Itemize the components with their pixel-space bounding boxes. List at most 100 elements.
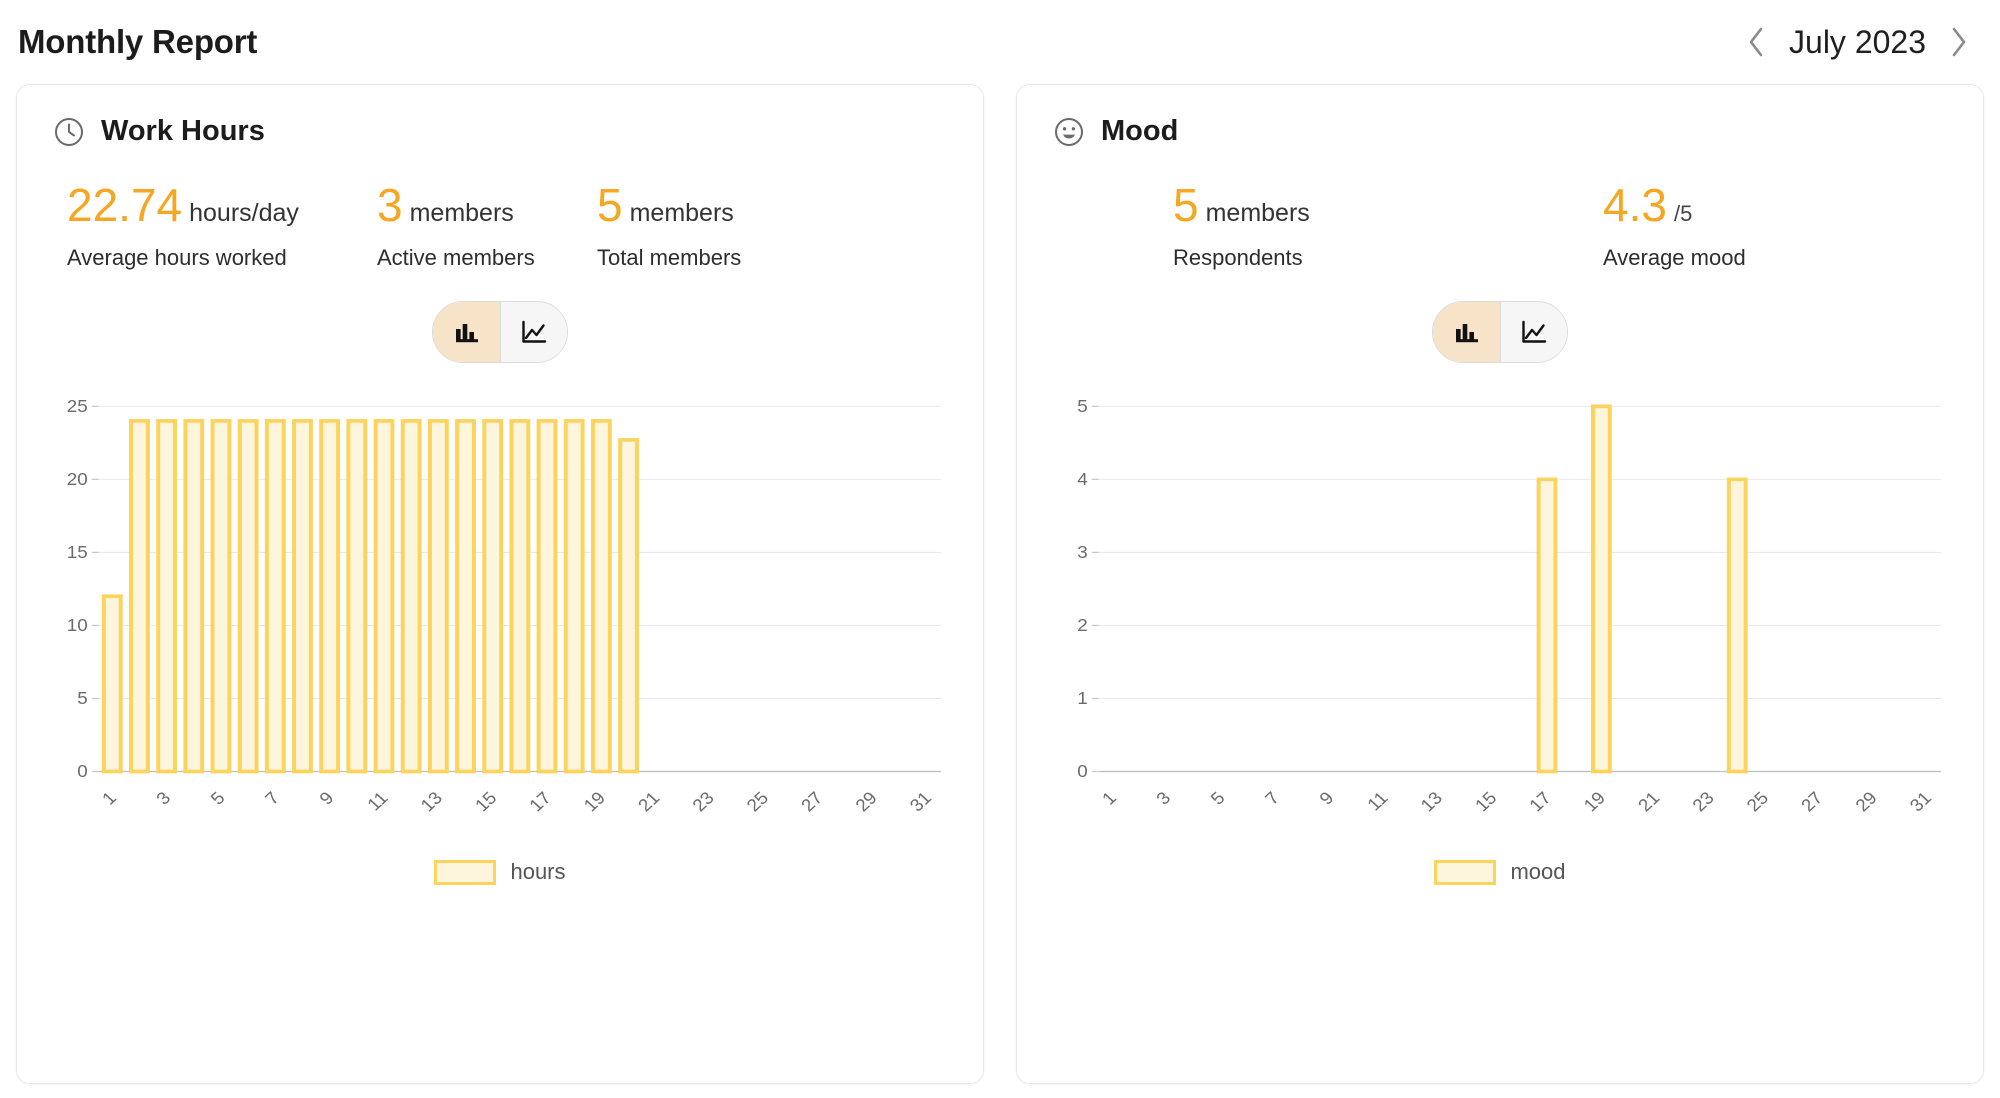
work-hours-stats: 22.74 hours/day Average hours worked 3 m… <box>53 182 947 271</box>
stat-unit: members <box>1205 199 1310 227</box>
legend-label: hours <box>510 859 566 884</box>
svg-text:7: 7 <box>261 788 283 808</box>
chevron-right-icon <box>1948 25 1970 59</box>
svg-text:20: 20 <box>67 470 88 489</box>
bar-chart-icon <box>1452 317 1482 347</box>
stat-label: Total members <box>597 245 742 270</box>
svg-text:4: 4 <box>1077 470 1087 489</box>
line-chart-toggle-button[interactable] <box>1500 302 1567 362</box>
legend-swatch <box>1434 859 1497 885</box>
work-hours-chart-type-toggle-wrap <box>53 301 947 363</box>
line-chart-toggle-button[interactable] <box>500 302 567 362</box>
stat-value: 5 <box>1173 179 1199 231</box>
stat-label: Average mood <box>1603 245 1746 270</box>
svg-text:31: 31 <box>1906 788 1936 815</box>
mood-chart-legend: mood <box>1053 859 1947 885</box>
svg-text:10: 10 <box>67 616 88 635</box>
svg-text:5: 5 <box>207 788 229 808</box>
svg-text:31: 31 <box>906 788 936 815</box>
svg-text:11: 11 <box>1363 788 1392 814</box>
stat-active-members: 3 members Active members <box>377 182 597 271</box>
stat-unit: members <box>409 199 514 227</box>
stat-average-hours: 22.74 hours/day Average hours worked <box>67 182 377 271</box>
line-chart-icon <box>519 317 549 347</box>
chevron-left-icon <box>1745 25 1767 59</box>
svg-text:5: 5 <box>77 689 87 708</box>
current-month-label: July 2023 <box>1789 23 1926 60</box>
stat-label: Respondents <box>1173 245 1303 270</box>
mood-card-title: Mood <box>1101 115 1179 147</box>
svg-text:27: 27 <box>797 788 827 815</box>
date-navigation: July 2023 <box>1739 24 1982 61</box>
legend-swatch <box>434 859 497 885</box>
page-header: Monthly Report July 2023 <box>16 0 1984 84</box>
work-hours-card-header: Work Hours <box>53 115 947 148</box>
svg-text:13: 13 <box>417 788 447 815</box>
stat-value: 3 <box>377 179 403 231</box>
mood-stats: 5 members Respondents 4.3 /5 Average moo… <box>1053 182 1947 271</box>
svg-text:29: 29 <box>851 788 881 815</box>
svg-text:5: 5 <box>1207 788 1229 808</box>
svg-text:15: 15 <box>67 543 88 562</box>
svg-text:0: 0 <box>77 762 87 781</box>
page-title: Monthly Report <box>18 23 258 60</box>
work-hours-chart-area: 0 5 10 15 20 25 1 3 5 7 9 11 13 15 17 19 21 23 25 27 29 31 <box>53 399 947 819</box>
svg-text:2: 2 <box>1077 616 1087 635</box>
stat-average-mood: 4.3 /5 Average mood <box>1603 182 1823 271</box>
svg-text:11: 11 <box>363 788 392 814</box>
monthly-report-page: Monthly Report July 2023 Work Hours 22.7… <box>0 0 2000 1098</box>
stat-label: Active members <box>377 245 535 270</box>
svg-text:25: 25 <box>743 788 773 815</box>
work-hours-chart-legend: hours <box>53 859 947 885</box>
svg-text:9: 9 <box>1315 788 1337 808</box>
svg-text:21: 21 <box>634 788 664 815</box>
bar-chart-icon <box>452 317 482 347</box>
mood-chart-type-toggle-wrap <box>1053 301 1947 363</box>
work-hours-chart-type-toggle <box>432 301 568 363</box>
svg-text:0: 0 <box>1077 762 1087 781</box>
mood-card-header: Mood <box>1053 115 1947 148</box>
clock-icon <box>53 116 85 148</box>
next-month-button[interactable] <box>1942 25 1976 59</box>
stat-total-members: 5 members Total members <box>597 182 817 271</box>
svg-text:7: 7 <box>1261 788 1283 808</box>
svg-text:15: 15 <box>1471 788 1501 815</box>
stat-value: 5 <box>597 179 623 231</box>
svg-text:17: 17 <box>525 788 555 815</box>
svg-text:27: 27 <box>1797 788 1827 815</box>
svg-text:1: 1 <box>98 788 120 808</box>
svg-text:9: 9 <box>315 788 337 808</box>
stat-label: Average hours worked <box>67 245 287 270</box>
svg-text:1: 1 <box>1098 788 1120 808</box>
legend-label: mood <box>1510 859 1566 884</box>
svg-text:23: 23 <box>1688 788 1718 815</box>
stat-value: 4.3 <box>1603 179 1667 231</box>
svg-text:17: 17 <box>1525 788 1555 815</box>
mood-card: Mood 5 members Respondents 4.3 /5 Averag… <box>1016 84 1984 1084</box>
svg-text:1: 1 <box>1077 689 1087 708</box>
bar-chart-toggle-button[interactable] <box>433 302 500 362</box>
svg-text:23: 23 <box>688 788 718 815</box>
svg-text:21: 21 <box>1634 788 1664 815</box>
svg-text:3: 3 <box>1152 788 1174 808</box>
svg-text:13: 13 <box>1417 788 1447 815</box>
mood-chart-area: 0 1 2 3 4 5 1 3 5 7 9 11 13 15 17 19 21 23 25 27 29 31 <box>1053 399 1947 819</box>
svg-text:3: 3 <box>1077 543 1087 562</box>
mood-chart-type-toggle <box>1432 301 1568 363</box>
svg-text:25: 25 <box>1743 788 1773 815</box>
smiley-icon <box>1053 116 1085 148</box>
svg-text:3: 3 <box>152 788 174 808</box>
cards-container: Work Hours 22.74 hours/day Average hours… <box>16 84 1984 1084</box>
stat-unit: /5 <box>1673 201 1693 226</box>
work-hours-chart[interactable]: 05101520251 3 5 7 9 11 13 15 17 19 21 23 25 27 29 31 <box>53 399 947 819</box>
mood-chart[interactable]: 0123451 3 5 7 9 11 13 15 17 19 21 23 25 27 29 31 <box>1053 399 1947 819</box>
previous-month-button[interactable] <box>1739 25 1773 59</box>
svg-text:19: 19 <box>1580 788 1610 815</box>
bar-chart-toggle-button[interactable] <box>1433 302 1500 362</box>
svg-text:29: 29 <box>1851 788 1881 815</box>
work-hours-card: Work Hours 22.74 hours/day Average hours… <box>16 84 984 1084</box>
svg-text:5: 5 <box>1077 399 1087 416</box>
work-hours-card-title: Work Hours <box>101 115 265 147</box>
stat-unit: hours/day <box>189 199 299 227</box>
stat-unit: members <box>629 199 734 227</box>
